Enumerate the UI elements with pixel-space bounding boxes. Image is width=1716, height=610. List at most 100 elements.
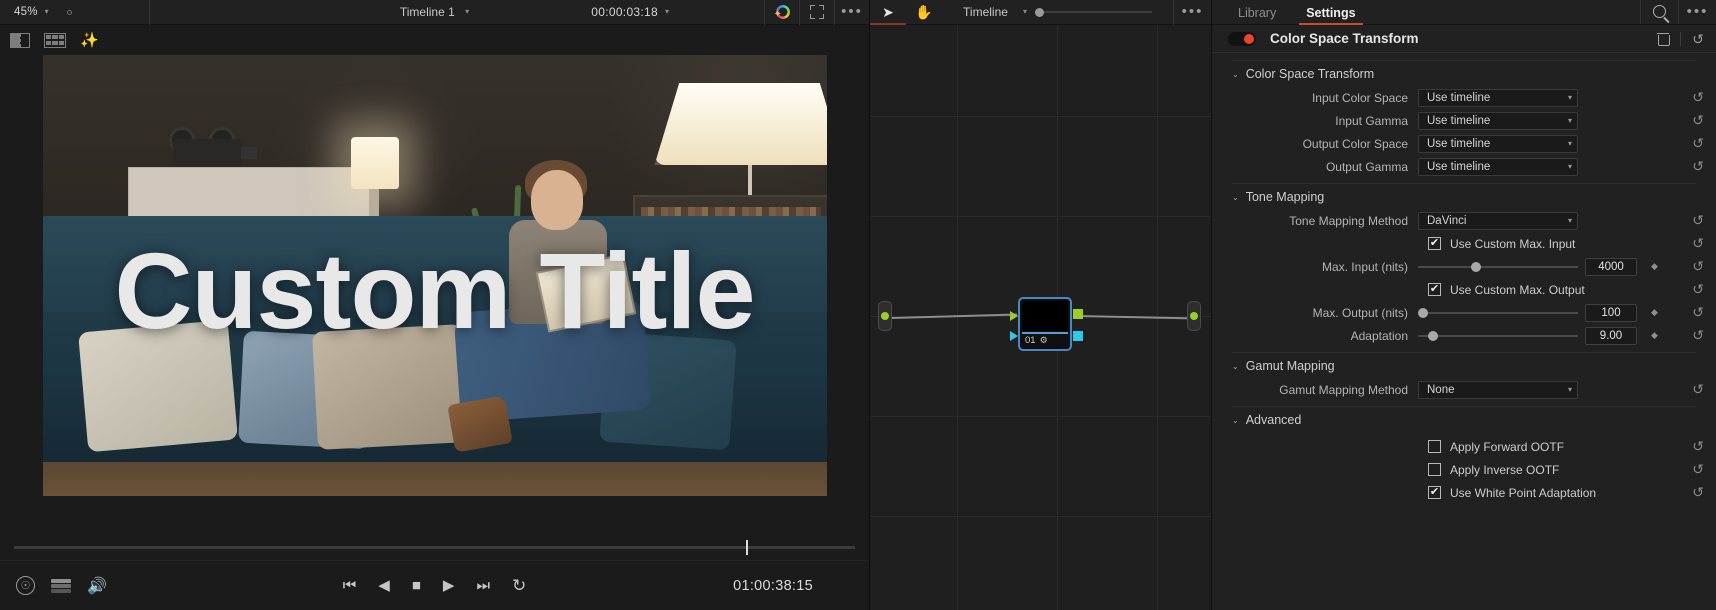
node-mode-selector[interactable]: Timeline ▾ bbox=[942, 5, 1173, 19]
slider-knob[interactable] bbox=[1034, 7, 1044, 17]
hand-tool-button[interactable]: ✋ bbox=[906, 0, 942, 25]
slider-knob[interactable] bbox=[1427, 330, 1438, 341]
jump-to-end-button[interactable]: ⏭ bbox=[476, 578, 490, 593]
max-output-slider[interactable] bbox=[1418, 307, 1578, 318]
slider-knob[interactable] bbox=[1470, 261, 1481, 272]
slider-track[interactable] bbox=[1418, 330, 1578, 341]
reset-icon[interactable]: ↺ bbox=[1692, 89, 1704, 106]
use-custom-max-input-checkbox[interactable]: ✔ bbox=[1428, 237, 1441, 250]
group-header-advanced[interactable]: ⌄ Advanced bbox=[1212, 407, 1716, 432]
node-graph-canvas[interactable]: 01 ⚙ bbox=[870, 25, 1211, 610]
chevron-down-icon[interactable]: ⌄ bbox=[1232, 193, 1239, 202]
reset-icon[interactable]: ↺ bbox=[1692, 135, 1704, 152]
reset-icon[interactable]: ↺ bbox=[1692, 438, 1704, 455]
source-output-dot[interactable] bbox=[881, 312, 889, 320]
search-button[interactable] bbox=[1640, 0, 1678, 24]
split-screen-icon[interactable] bbox=[10, 32, 30, 48]
reset-icon[interactable]: ↺ bbox=[1692, 327, 1704, 344]
playhead[interactable] bbox=[745, 539, 748, 555]
jump-to-start-button[interactable]: ⏮ bbox=[343, 578, 357, 593]
speaker-icon[interactable]: 🔊 bbox=[87, 576, 107, 596]
output-node[interactable] bbox=[1187, 301, 1201, 331]
slider-track[interactable] bbox=[1418, 261, 1578, 272]
chevron-down-icon[interactable]: ⌄ bbox=[1232, 416, 1239, 425]
slider-knob[interactable] bbox=[1418, 307, 1428, 318]
reset-icon[interactable]: ↺ bbox=[1692, 235, 1704, 252]
fullscreen-button[interactable] bbox=[799, 0, 834, 25]
tab-settings[interactable]: Settings bbox=[1299, 6, 1363, 25]
chevron-down-icon[interactable]: ⌄ bbox=[1232, 362, 1239, 371]
node-stack-icon[interactable] bbox=[51, 578, 71, 593]
play-forward-button[interactable]: ▶ bbox=[443, 578, 455, 593]
zoom-control[interactable]: 45% ▾ bbox=[0, 0, 150, 25]
input-color-space-dropdown[interactable]: Use timeline ▾ bbox=[1418, 88, 1578, 107]
gear-icon[interactable]: ⚙ bbox=[1040, 335, 1048, 346]
cursor-tool-button[interactable]: ➤ bbox=[870, 0, 906, 25]
apply-forward-ootf-checkbox[interactable] bbox=[1428, 440, 1441, 453]
bypass-color-icon[interactable]: ☉ bbox=[16, 576, 35, 595]
loop-button[interactable]: ↻ bbox=[512, 577, 526, 594]
inspector-options-button[interactable]: ••• bbox=[1678, 0, 1716, 24]
node-output-dot[interactable] bbox=[1190, 312, 1198, 320]
reset-icon[interactable]: ↺ bbox=[1692, 304, 1704, 321]
video-frame[interactable]: Custom Title bbox=[42, 55, 827, 496]
play-reverse-button[interactable]: ◀ bbox=[378, 578, 390, 593]
reset-icon[interactable]: ↺ bbox=[1692, 212, 1704, 229]
gamut-mapping-method-dropdown[interactable]: None ▾ bbox=[1418, 380, 1578, 399]
keyframe-icon[interactable]: ◆ bbox=[1651, 261, 1658, 272]
node-rgb-input[interactable] bbox=[1010, 311, 1018, 321]
viewer-options-button[interactable]: ••• bbox=[834, 0, 869, 25]
max-output-value-field[interactable]: 100 bbox=[1585, 303, 1637, 322]
reset-icon[interactable]: ↺ bbox=[1692, 381, 1704, 398]
node-zoom-slider[interactable] bbox=[1034, 7, 1152, 17]
use-custom-max-output-checkbox[interactable]: ✔ bbox=[1428, 283, 1441, 296]
node-options-button[interactable]: ••• bbox=[1173, 0, 1211, 25]
reset-icon[interactable]: ↺ bbox=[1692, 112, 1704, 129]
timecode-display[interactable]: 00:00:03:18 ▾ bbox=[591, 5, 669, 19]
corrector-node-01[interactable]: 01 ⚙ bbox=[1018, 297, 1072, 351]
ai-magic-button[interactable]: ✦ bbox=[764, 0, 799, 25]
node-rgb-output[interactable] bbox=[1073, 309, 1083, 319]
reset-icon[interactable]: ↺ bbox=[1692, 158, 1704, 175]
group-header-tone-mapping[interactable]: ⌄ Tone Mapping bbox=[1212, 184, 1716, 209]
node-key-input[interactable] bbox=[1010, 331, 1018, 341]
timeline-selector[interactable]: Timeline 1 ▾ bbox=[400, 5, 469, 19]
effect-enable-toggle[interactable] bbox=[1228, 31, 1256, 46]
record-dot-icon[interactable] bbox=[66, 9, 72, 15]
keyframe-icon[interactable]: ◆ bbox=[1651, 330, 1658, 341]
reset-icon[interactable]: ↺ bbox=[1692, 461, 1704, 478]
trash-icon[interactable] bbox=[1657, 32, 1671, 46]
keyframe-icon[interactable]: ◆ bbox=[1651, 307, 1658, 318]
node-key-output[interactable] bbox=[1073, 331, 1083, 341]
chevron-down-icon[interactable]: ▾ bbox=[665, 8, 669, 16]
max-input-slider[interactable] bbox=[1418, 261, 1578, 272]
reset-icon[interactable]: ↺ bbox=[1692, 484, 1704, 501]
scrubber-track[interactable] bbox=[14, 539, 855, 555]
reset-icon[interactable]: ↺ bbox=[1692, 258, 1704, 275]
magic-wand-icon[interactable]: ✨ bbox=[80, 33, 99, 48]
input-gamma-dropdown[interactable]: Use timeline ▾ bbox=[1418, 111, 1578, 130]
reset-icon[interactable]: ↺ bbox=[1692, 32, 1704, 46]
adaptation-value-field[interactable]: 9.00 bbox=[1585, 326, 1637, 345]
tone-mapping-method-dropdown[interactable]: DaVinci ▾ bbox=[1418, 211, 1578, 230]
viewer-scrubber[interactable] bbox=[0, 534, 869, 560]
output-gamma-dropdown[interactable]: Use timeline ▾ bbox=[1418, 157, 1578, 176]
slider-track[interactable] bbox=[1418, 307, 1578, 318]
slider-track[interactable] bbox=[1043, 11, 1152, 13]
max-input-value-field[interactable]: 4000 bbox=[1585, 257, 1637, 276]
output-color-space-dropdown[interactable]: Use timeline ▾ bbox=[1418, 134, 1578, 153]
use-white-point-adaptation-checkbox[interactable]: ✔ bbox=[1428, 486, 1441, 499]
grid-view-icon[interactable] bbox=[44, 32, 66, 48]
chevron-down-icon[interactable]: ▾ bbox=[1023, 8, 1027, 16]
group-header-color-space-transform[interactable]: ⌄ Color Space Transform bbox=[1212, 61, 1716, 86]
group-header-gamut-mapping[interactable]: ⌄ Gamut Mapping bbox=[1212, 353, 1716, 378]
adaptation-slider[interactable] bbox=[1418, 330, 1578, 341]
reset-icon[interactable]: ↺ bbox=[1692, 281, 1704, 298]
chevron-down-icon[interactable]: ⌄ bbox=[1232, 70, 1239, 79]
chevron-down-icon[interactable]: ▾ bbox=[465, 8, 469, 16]
source-node[interactable] bbox=[878, 301, 892, 331]
tab-library[interactable]: Library bbox=[1234, 6, 1280, 24]
apply-inverse-ootf-checkbox[interactable] bbox=[1428, 463, 1441, 476]
stop-button[interactable]: ■ bbox=[412, 578, 421, 593]
chevron-down-icon[interactable]: ▾ bbox=[45, 8, 49, 16]
